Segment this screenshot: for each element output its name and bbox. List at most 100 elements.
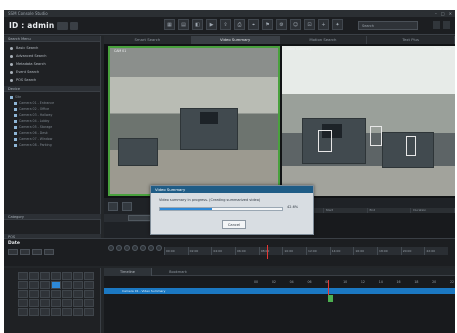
minimize-icon[interactable]: – (435, 10, 437, 17)
radio-icon (10, 70, 13, 74)
calendar-day[interactable] (62, 299, 72, 307)
camera-view-left[interactable]: CAM 01 (108, 46, 280, 196)
calendar-day[interactable] (18, 272, 28, 280)
time-scale[interactable]: 00:00 02:00 04:00 06:00 08:00 10:00 12:0… (164, 247, 448, 255)
print-icon[interactable]: ⎙ (234, 19, 245, 30)
search-item-pos[interactable]: POS Search (10, 76, 94, 84)
calendar-day[interactable] (40, 281, 50, 289)
time-tick: 20:00 (400, 247, 425, 255)
tab-text-plus[interactable]: Text Plus (367, 36, 455, 44)
calendar-day[interactable] (73, 281, 83, 289)
calendar-day-selected[interactable] (51, 281, 61, 289)
calendar-day[interactable] (29, 272, 39, 280)
export-icon[interactable]: ⇪ (220, 19, 231, 30)
info-icon[interactable] (443, 21, 450, 29)
hour-label: 22 (449, 280, 454, 284)
play-icon[interactable] (124, 245, 130, 251)
tree-item[interactable]: Camera 08 - Parking (10, 142, 94, 148)
camera-view-right[interactable]: Video Summary Time Table (282, 46, 455, 196)
object-box[interactable] (318, 130, 332, 152)
column-header[interactable]: Duration (411, 208, 455, 213)
calendar-day[interactable] (84, 308, 94, 316)
timeline-row-selected[interactable]: Camera 01 - Video Summary (104, 288, 455, 294)
calendar-day[interactable] (29, 299, 39, 307)
calendar-day[interactable] (62, 308, 72, 316)
window-title: SSM Console Studio (8, 11, 48, 16)
tab-timeline[interactable]: Timeline (104, 267, 152, 276)
stop-icon[interactable] (148, 245, 154, 251)
object-box[interactable] (406, 136, 416, 156)
gear-icon[interactable]: ⚙ (276, 19, 287, 30)
time-tick: 00:00 (164, 247, 188, 255)
fast-forward-icon[interactable] (140, 245, 146, 251)
speed-icon[interactable] (156, 245, 162, 251)
calendar-day[interactable] (84, 299, 94, 307)
column-header[interactable]: End (368, 208, 412, 213)
camera-icon[interactable]: ◧ (192, 19, 203, 30)
prev-icon[interactable] (32, 249, 42, 255)
step-forward-icon[interactable] (132, 245, 138, 251)
calendar-day[interactable] (84, 290, 94, 298)
playback-icon[interactable]: ▶ (206, 19, 217, 30)
pause-button[interactable] (122, 202, 132, 211)
close-icon[interactable]: ✕ (449, 10, 452, 17)
calendar-day[interactable] (62, 272, 72, 280)
search-item-basic[interactable]: Basic Search (10, 44, 94, 52)
calendar-day[interactable] (73, 290, 83, 298)
search-item-metadata[interactable]: Metadata Search (10, 60, 94, 68)
calendar-day[interactable] (51, 308, 61, 316)
settings-icon[interactable] (70, 22, 78, 30)
calendar-day[interactable] (62, 281, 72, 289)
calendar-day[interactable] (84, 272, 94, 280)
calendar-day[interactable] (51, 299, 61, 307)
calendar-day[interactable] (29, 281, 39, 289)
user-icon[interactable]: ☺ (290, 19, 301, 30)
grid-icon[interactable]: ▤ (178, 19, 189, 30)
calendar-day[interactable] (18, 308, 28, 316)
map-icon[interactable]: ⌖ (248, 19, 259, 30)
calendar-day[interactable] (40, 299, 50, 307)
calendar-day[interactable] (73, 299, 83, 307)
tab-smart-search[interactable]: Smart Search (104, 36, 192, 44)
star-icon[interactable]: ✦ (332, 19, 343, 30)
calendar-day[interactable] (51, 272, 61, 280)
time-cursor[interactable] (267, 245, 268, 259)
object-box[interactable] (370, 126, 382, 146)
maximize-icon[interactable]: □ (441, 10, 445, 17)
calendar-day[interactable] (51, 290, 61, 298)
year-select[interactable] (8, 249, 18, 255)
cancel-button[interactable]: Cancel (222, 220, 246, 229)
calendar-day[interactable] (29, 290, 39, 298)
calendar-day[interactable] (18, 290, 28, 298)
plus-icon[interactable]: + (318, 19, 329, 30)
recording-marker[interactable] (328, 295, 333, 302)
calendar-day[interactable] (18, 281, 28, 289)
tab-bookmark[interactable]: Bookmark (152, 268, 204, 276)
column-header[interactable]: Start (324, 208, 368, 213)
layout-icon[interactable]: ▦ (164, 19, 175, 30)
calendar-day[interactable] (73, 272, 83, 280)
search-item-event[interactable]: Event Search (10, 68, 94, 76)
month-select[interactable] (20, 249, 30, 255)
calendar-day[interactable] (84, 281, 94, 289)
timeline-cursor[interactable] (328, 280, 329, 295)
search-item-advanced[interactable]: Advanced Search (10, 52, 94, 60)
calendar-day[interactable] (18, 299, 28, 307)
calendar-day[interactable] (40, 272, 50, 280)
search-input[interactable]: Search (358, 21, 418, 30)
event-icon[interactable]: ⚑ (262, 19, 273, 30)
calendar-day[interactable] (40, 308, 50, 316)
calendar-day[interactable] (73, 308, 83, 316)
tab-video-summary[interactable]: Video Summary (191, 36, 280, 44)
next-icon[interactable] (44, 249, 54, 255)
step-back-icon[interactable] (116, 245, 122, 251)
lock-icon[interactable]: ⊡ (304, 19, 315, 30)
tab-motion-search[interactable]: Motion Search (279, 36, 368, 44)
play-button[interactable] (108, 202, 118, 211)
calendar-day[interactable] (62, 290, 72, 298)
rewind-icon[interactable] (108, 245, 114, 251)
calendar-day[interactable] (40, 290, 50, 298)
help-icon[interactable] (433, 21, 440, 29)
logout-icon[interactable] (57, 22, 68, 30)
calendar-day[interactable] (29, 308, 39, 316)
